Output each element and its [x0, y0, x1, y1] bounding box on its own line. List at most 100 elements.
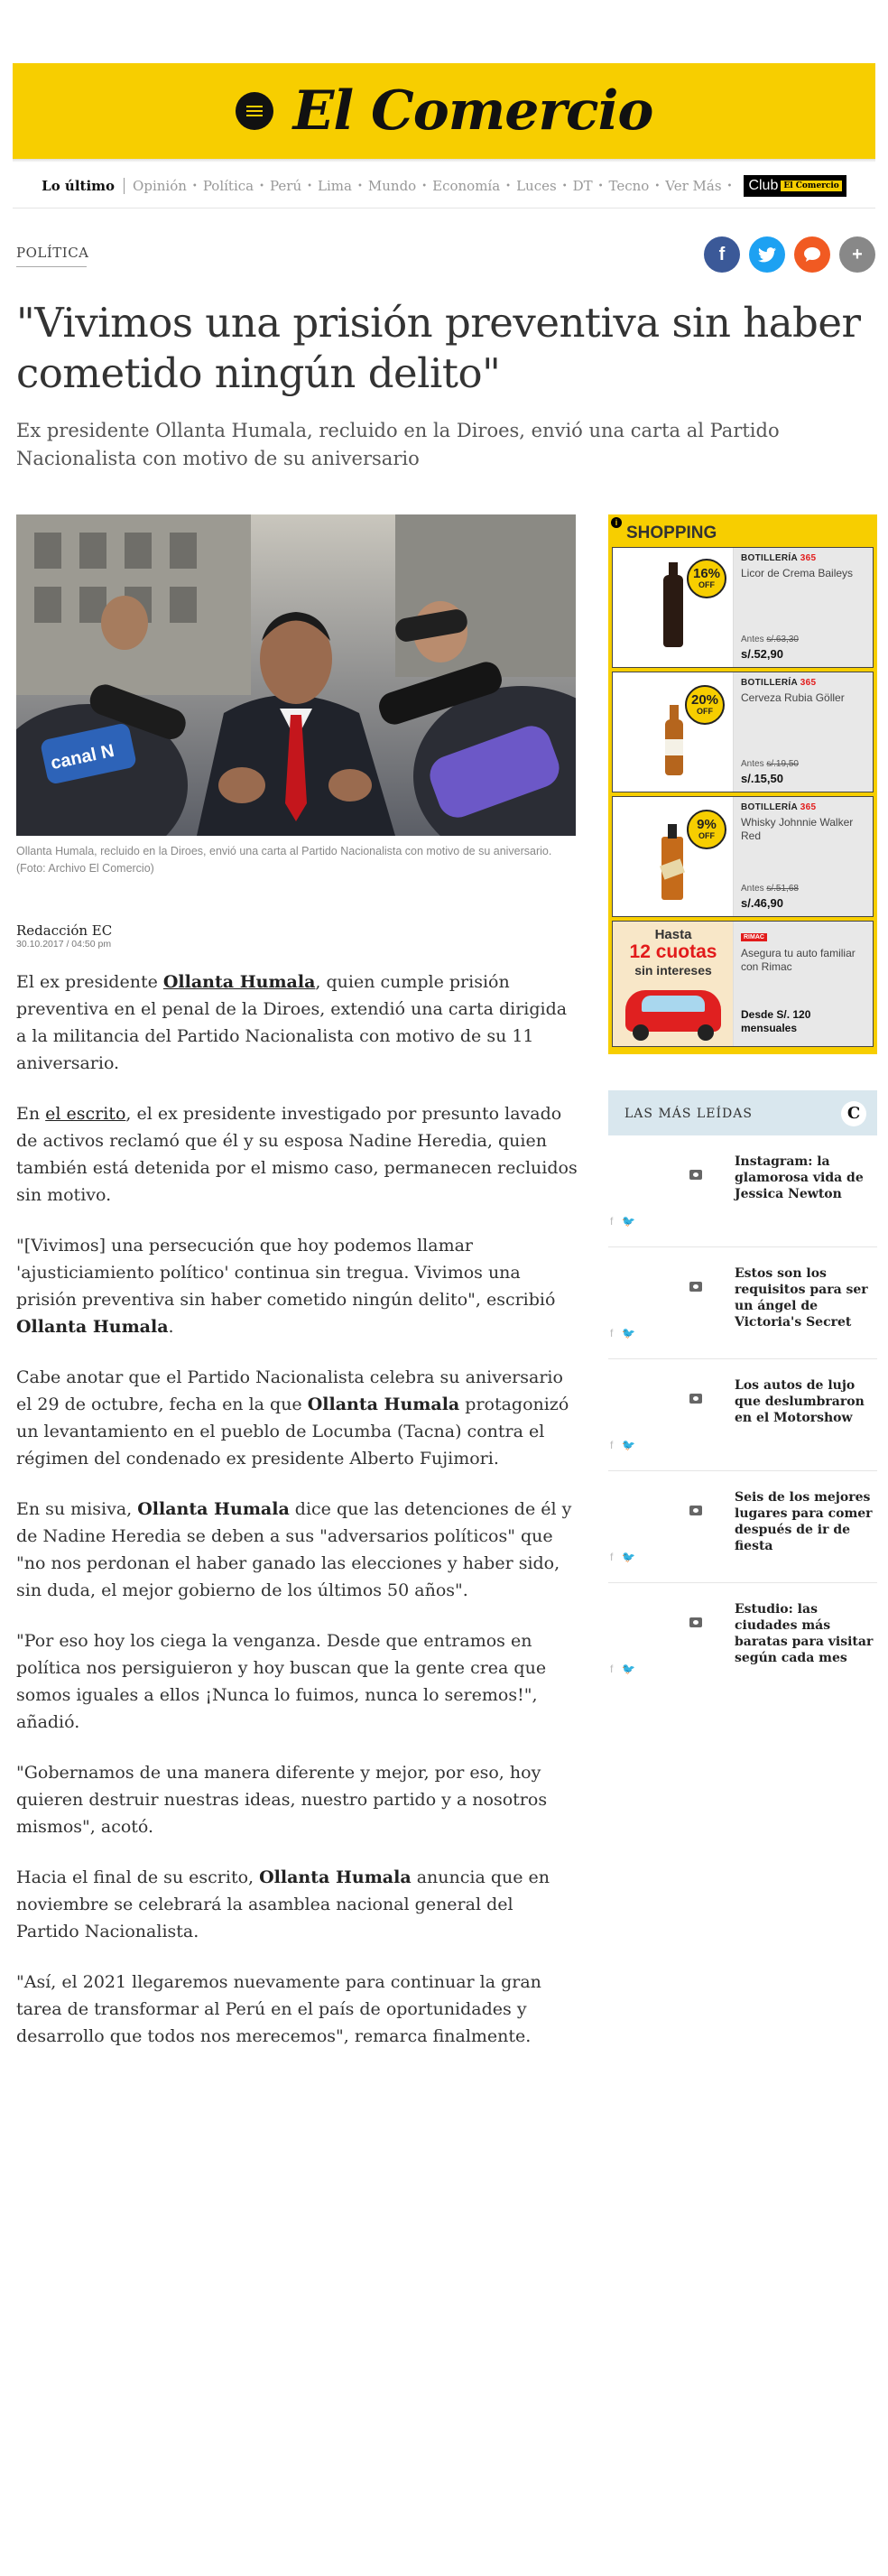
nav-item-tecno[interactable]: Tecno	[609, 178, 650, 194]
item-share: f 🐦	[610, 1663, 644, 1675]
club-sub-label: El Comercio	[781, 181, 842, 191]
site-logo[interactable]: El Comercio	[293, 79, 654, 143]
baileys-bottle-icon	[663, 575, 683, 647]
camera-icon	[689, 1282, 702, 1292]
publish-date: 30.10.2017 / 04:50 pm	[16, 939, 112, 950]
bottle-neck	[669, 562, 678, 577]
product-card-baileys[interactable]: 16% OFF BOTILLERÍA 365 Licor de Crema Bai…	[612, 547, 874, 668]
facebook-share-button[interactable]: f	[704, 236, 740, 273]
most-read-headline[interactable]: Estudio: las ciudades más baratas para v…	[735, 1601, 877, 1666]
nav-dot: •	[561, 181, 568, 191]
twitter-share-button[interactable]	[749, 236, 785, 273]
nav-dot: •	[421, 181, 428, 191]
paragraph: El ex presidente Ollanta Humala, quien c…	[16, 968, 578, 1077]
twitter-icon[interactable]: 🐦	[622, 1551, 635, 1563]
twitter-icon[interactable]: 🐦	[622, 1439, 635, 1451]
ollanta-humala-link[interactable]: Ollanta Humala	[163, 972, 316, 992]
rimac-info: RIMAC Asegura tu auto familiar con Rimac…	[734, 922, 873, 1046]
masthead-shadow	[13, 159, 875, 162]
nav-dot: •	[654, 181, 661, 191]
facebook-icon[interactable]: f	[610, 1327, 613, 1339]
most-read-header: LAS MÁS LEÍDAS C	[608, 1090, 877, 1135]
paragraph-text: "[Vivimos] una persecución que hoy podem…	[16, 1236, 556, 1310]
paragraph-text: Hacia el final de su escrito,	[16, 1867, 260, 1887]
shopping-header: i SHOPPING	[608, 514, 877, 547]
ollanta-humala-press-photo	[16, 514, 576, 836]
most-read-headline[interactable]: Estos son los requisitos para ser un áng…	[735, 1265, 877, 1330]
paragraph-text: En su misiva,	[16, 1499, 138, 1519]
more-share-button[interactable]: +	[839, 236, 875, 273]
car-window	[642, 996, 705, 1012]
nav-item-lima[interactable]: Lima	[318, 178, 352, 194]
el-escrito-link[interactable]: el escrito	[45, 1104, 125, 1124]
rimac-ad-text: Asegura tu auto familiar con Rimac	[741, 947, 856, 973]
nav-item-luces[interactable]: Luces	[516, 178, 557, 194]
item-share: f 🐦	[610, 1439, 644, 1451]
most-read-item[interactable]: Instagram: la glamorosa vida de Jessica …	[608, 1135, 877, 1247]
paragraph-text: En	[16, 1104, 46, 1124]
facebook-icon[interactable]: f	[610, 1439, 613, 1451]
nav-item-dt[interactable]: DT	[573, 178, 593, 194]
paragraph: "Por eso hoy los ciega la venganza. Desd…	[16, 1631, 547, 1732]
item-share: f 🐦	[610, 1327, 644, 1339]
nav-item-mundo[interactable]: Mundo	[368, 178, 416, 194]
old-price: Antes s/.63,30	[741, 635, 799, 644]
nav-lo-ultimo[interactable]: Lo último	[42, 178, 115, 194]
product-image: 16% OFF	[613, 548, 734, 667]
most-read-item[interactable]: Estudio: las ciudades más baratas para v…	[608, 1583, 877, 1695]
product-info: BOTILLERÍA 365 Whisky Johnnie Walker Red…	[734, 797, 873, 916]
rimac-ad-card[interactable]: Hasta 12 cuotas sin intereses RIMAC Aseg…	[612, 921, 874, 1047]
article-title: "Vivimos una prisión preventiva sin habe…	[16, 299, 861, 397]
article-subtitle: Ex presidente Ollanta Humala, recluido e…	[16, 420, 780, 469]
club-el-comercio-link[interactable]: Club El Comercio	[744, 175, 846, 197]
author[interactable]: Redacción EC	[16, 922, 112, 939]
most-read-headline[interactable]: Los autos de lujo que deslumbraron en el…	[735, 1377, 877, 1426]
most-read-item[interactable]: Estos son los requisitos para ser un áng…	[608, 1247, 877, 1359]
share-buttons: f +	[704, 236, 875, 273]
most-read-headline[interactable]: Instagram: la glamorosa vida de Jessica …	[735, 1154, 877, 1202]
facebook-icon[interactable]: f	[610, 1663, 613, 1675]
promo-cuotas: 12 cuotas	[629, 941, 717, 962]
facebook-icon: f	[718, 244, 726, 264]
twitter-icon[interactable]: 🐦	[622, 1327, 635, 1339]
shopping-title: SHOPPING	[626, 524, 717, 542]
product-card-johnnie-walker[interactable]: 9% OFF BOTILLERÍA 365 Whisky Johnnie Walk…	[612, 796, 874, 917]
nav-item-economia[interactable]: Economía	[432, 178, 500, 194]
paragraph: En el escrito, el ex presidente investig…	[16, 1100, 578, 1209]
beer-label	[665, 739, 683, 755]
promo-hasta: Hasta	[654, 927, 692, 942]
paragraph: En su misiva, Ollanta Humala dice que la…	[16, 1496, 578, 1604]
facebook-icon[interactable]: f	[610, 1215, 613, 1228]
twitter-icon[interactable]: 🐦	[622, 1215, 635, 1228]
nav-dot: •	[259, 181, 264, 191]
comment-button[interactable]	[794, 236, 830, 273]
menu-button[interactable]	[235, 92, 273, 130]
main-nav: Lo último Opinión • Política • Perú • Li…	[0, 171, 888, 200]
most-read-headline[interactable]: Seis de los mejores lugares para comer d…	[735, 1489, 877, 1554]
nav-dot: •	[597, 181, 604, 191]
camera-icon	[689, 1394, 702, 1404]
nav-item-opinion[interactable]: Opinión	[133, 178, 187, 194]
nav-item-politica[interactable]: Política	[203, 178, 254, 194]
facebook-icon[interactable]: f	[610, 1551, 613, 1563]
paragraph-text: El ex presidente	[16, 972, 163, 992]
rimac-price: Desde S/. 120 mensuales	[741, 1008, 811, 1034]
twitter-icon[interactable]: 🐦	[622, 1663, 635, 1675]
product-card-goller[interactable]: 20% OFF BOTILLERÍA 365 Cerveza Rubia Göll…	[612, 672, 874, 792]
most-read-title: LAS MÁS LEÍDAS	[624, 1107, 753, 1121]
masthead: El Comercio	[13, 63, 875, 159]
item-share: f 🐦	[610, 1215, 644, 1228]
most-read-item[interactable]: Los autos de lujo que deslumbraron en el…	[608, 1359, 877, 1471]
camera-icon	[689, 1506, 702, 1515]
nav-item-ver-mas[interactable]: Ver Más	[665, 178, 721, 194]
section-label[interactable]: POLÍTICA	[16, 245, 89, 261]
most-read-item[interactable]: Seis de los mejores lugares para comer d…	[608, 1471, 877, 1583]
bold-name: Ollanta Humala	[137, 1499, 290, 1519]
nav-item-peru[interactable]: Perú	[270, 178, 301, 194]
nav-dot: •	[191, 181, 198, 191]
bold-name: Ollanta Humala	[259, 1867, 412, 1887]
old-price: Antes s/.51,68	[741, 884, 799, 894]
article-main-image[interactable]: canal N	[16, 514, 576, 836]
nav-dot: •	[505, 181, 512, 191]
info-icon[interactable]: i	[611, 517, 622, 528]
